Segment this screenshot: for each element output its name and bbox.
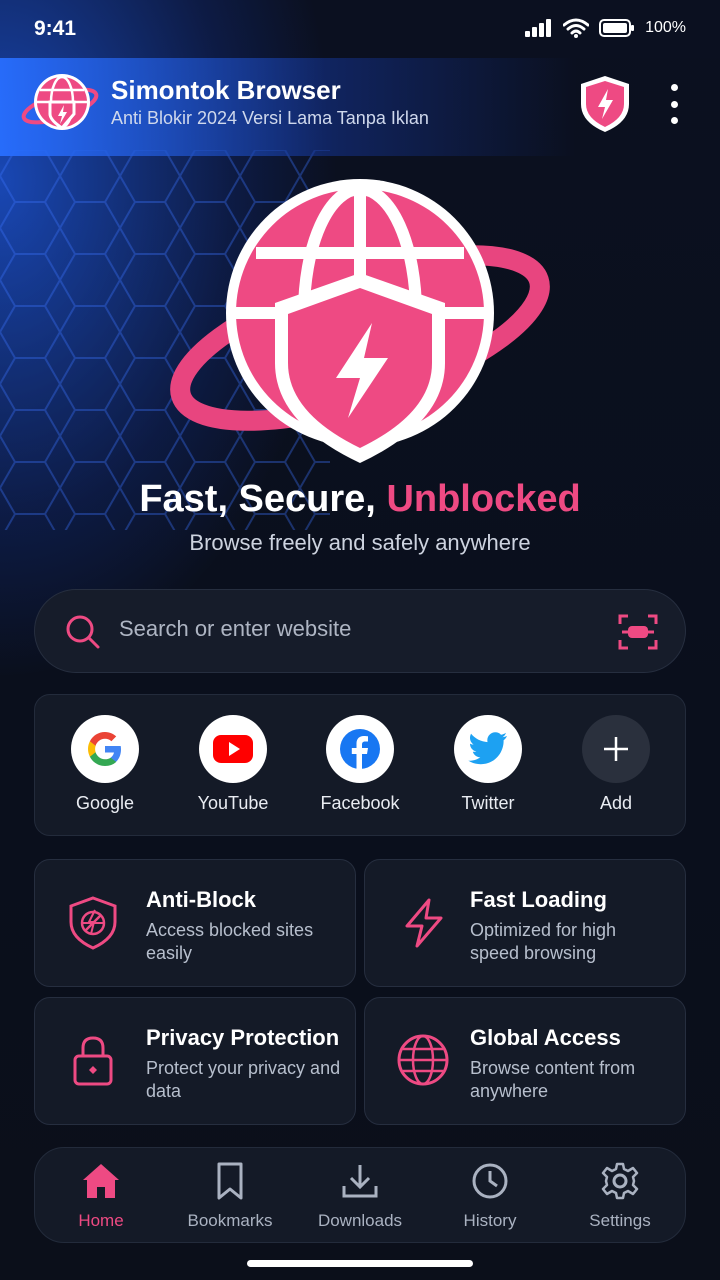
quick-link-twitter[interactable]: Twitter [433,715,543,814]
feature-title: Fast Loading [470,887,607,912]
status-time: 9:41 [34,17,77,40]
qr-scan-icon[interactable] [617,612,659,652]
app-logo-icon [21,74,99,130]
search-input[interactable] [119,616,589,642]
nav-settings[interactable]: Settings [560,1162,680,1231]
lightning-icon [405,898,443,948]
gear-icon [601,1162,639,1200]
vpn-shield-button[interactable] [578,74,632,134]
quick-link-circle [71,715,139,783]
lock-icon [73,1036,113,1086]
nav-downloads[interactable]: Downloads [300,1162,420,1231]
status-icons: 100% [525,18,686,38]
home-indicator [247,1260,473,1267]
more-dots-icon [670,100,678,108]
battery-percent: 100% [645,19,686,36]
google-icon [88,732,121,766]
quick-link-label: YouTube [197,793,269,813]
wifi-icon [563,18,590,38]
quick-link-label: Twitter [461,793,515,813]
globe-icon [397,1034,449,1086]
clock-icon [472,1163,508,1199]
tagline-main: Fast, Secure, [139,478,387,520]
quick-link-facebook[interactable]: Facebook [305,715,415,814]
nav-label: Downloads [317,1211,403,1230]
feature-title: Global Access [470,1025,621,1050]
nav-label: Bookmarks [187,1211,273,1230]
status-bar: 9:41 100% [0,0,720,58]
feature-title: Anti-Block [146,887,256,912]
hero-logo-icon [170,179,550,463]
quick-link-circle [199,715,267,783]
quick-link-circle [454,715,522,783]
nav-label: Home [78,1211,124,1230]
nav-history[interactable]: History [430,1162,550,1231]
more-menu-button[interactable] [662,84,686,124]
feature-desc: Browse content from anywhere [470,1058,636,1101]
quick-link-circle [582,715,650,783]
feature-card-global-access[interactable]: Global Access Browse content from anywhe… [364,997,686,1125]
tagline-accent: Unblocked [386,478,581,520]
app-subtitle: Anti Blokir 2024 Versi Lama Tanpa Iklan [111,108,429,128]
youtube-icon [213,735,253,763]
feature-card-anti-block[interactable]: Anti-Block Access blocked sites easily [34,859,356,987]
quick-link-add[interactable]: Add [561,715,671,814]
feature-title: Privacy Protection [146,1025,340,1050]
hero-subtagline: Browse freely and safely anywhere [189,530,531,555]
hero-tagline: Fast, Secure, Unblocked [0,478,720,521]
more-dots-icon [670,117,678,124]
nav-bookmarks[interactable]: Bookmarks [170,1162,290,1231]
facebook-icon [340,729,380,769]
battery-icon [599,19,635,37]
cellular-signal-icon [525,19,552,37]
quick-link-youtube[interactable]: YouTube [178,715,288,814]
feature-desc: Access blocked sites easily [146,920,314,963]
more-dots-icon [670,84,678,91]
plus-icon [604,737,628,761]
quick-link-label: Facebook [320,793,400,813]
bottom-navigation: Home Bookmarks Downloads History Setting… [34,1147,686,1243]
feature-card-privacy[interactable]: Privacy Protection Protect your privacy … [34,997,356,1125]
quick-link-label: Add [599,793,633,813]
quick-links-panel: Google YouTube Facebook Twitter Add [34,694,686,836]
quick-link-circle [326,715,394,783]
home-icon [83,1164,119,1198]
search-bar[interactable] [34,589,686,673]
bookmark-icon [217,1162,243,1200]
feature-desc: Protect your privacy and data [146,1058,341,1101]
download-icon [342,1165,378,1198]
feature-card-fast-loading[interactable]: Fast Loading Optimized for high speed br… [364,859,686,987]
shield-block-icon [69,896,117,950]
twitter-icon [468,732,507,765]
quick-link-google[interactable]: Google [50,715,160,814]
quick-link-label: Google [75,793,135,813]
search-icon [66,615,100,649]
nav-home[interactable]: Home [41,1162,161,1231]
feature-desc: Optimized for high speed browsing [470,920,617,963]
nav-label: History [463,1211,517,1230]
nav-label: Settings [589,1211,651,1230]
app-title: Simontok Browser [111,75,341,105]
